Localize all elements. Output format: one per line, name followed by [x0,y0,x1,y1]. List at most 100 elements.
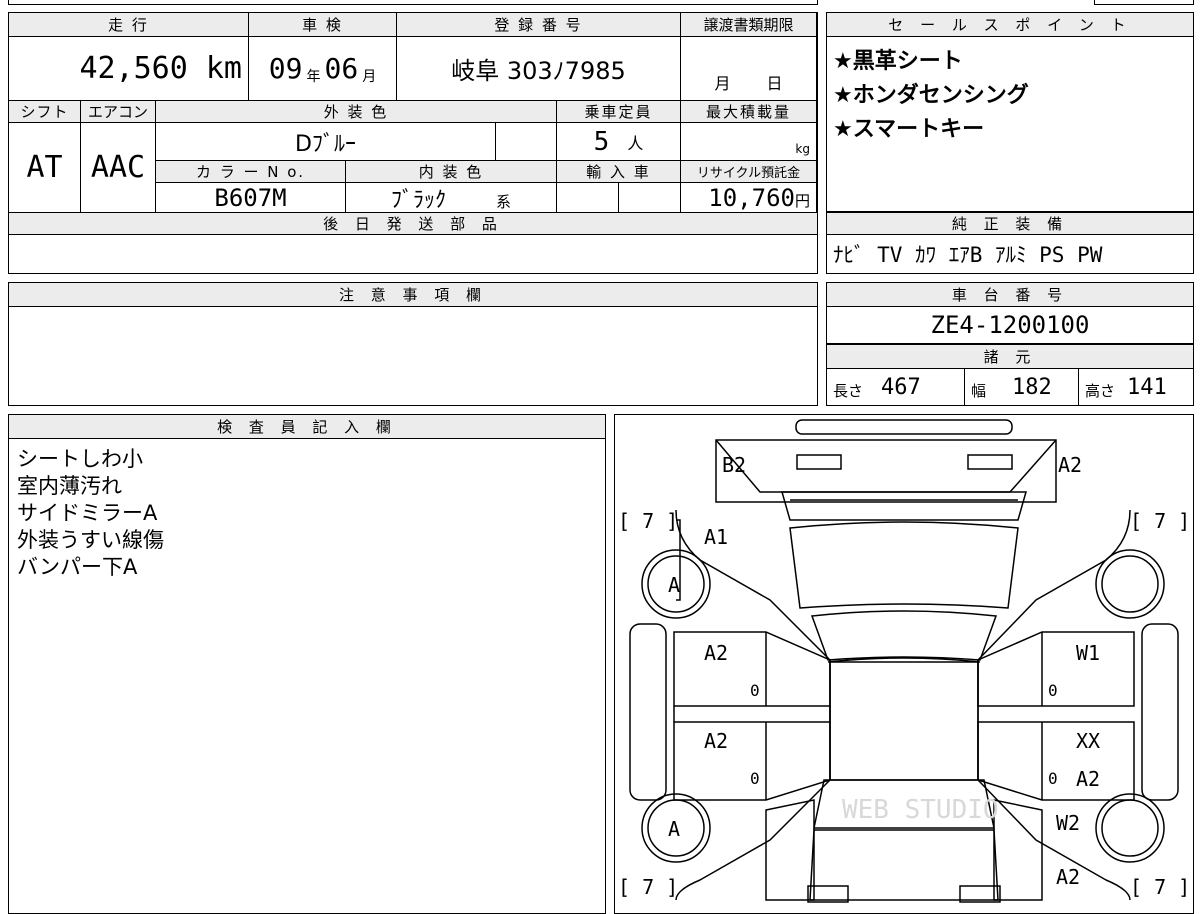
sales-point-3: ★スマートキー [833,117,985,142]
windshield [810,610,998,661]
spec-length: 長さ 467 [827,369,965,405]
shift-header: シフト [9,101,81,123]
trunk [809,829,999,901]
inspector-line-3: サイドミラーA [17,501,158,525]
capacity-number: 5 [593,126,610,157]
inspector-header: 検 査 員 記 入 欄 [9,415,605,439]
capacity-value: 5 人 [557,123,681,161]
max-load-unit: kg [795,142,810,156]
mark-a2-left-door2: A2 [704,729,728,753]
damage-diagram-box: B2 A2 [ 7 ] [ 7 ] [ 7 ] [ 7 ] A1 A A A2 … [614,414,1194,914]
capacity-unit: 人 [627,133,644,153]
interior-color-text: ﾌﾞﾗｯｸ [390,187,446,213]
inspector-line-5: バンパー下A [17,555,138,579]
bracket-bottom-left: [ 7 ] [618,875,678,899]
recycle-deposit-amount: 10,760 [708,183,795,212]
specs-header: 諸 元 [827,345,1193,369]
transfer-month-unit: 月 [714,74,731,93]
mark-b2: B2 [722,453,746,477]
interior-color-header: 内 装 色 [346,161,557,183]
mark-w1: W1 [1076,641,1100,665]
equipment-header: 純 正 装 備 [827,213,1193,235]
recycle-deposit-value: 10,760 円 [681,183,817,213]
transfer-deadline-value: 月 日 [681,37,817,101]
mark-0-right-door2: 0 [1048,769,1058,788]
sill-left [629,623,667,801]
tire-front-right [1095,549,1165,619]
spec-height-label: 高さ [1085,381,1116,400]
transfer-day-unit: 日 [766,74,783,93]
sales-point-2: ★ホンダセンシング [833,83,1029,108]
exterior-color-header: 外 装 色 [156,101,557,123]
inspector-line-4: 外装うすい線傷 [17,528,164,552]
spec-width: 幅 182 [965,369,1079,405]
shaken-month: 06 [324,52,359,85]
registration-header: 登 録 番 号 [397,13,681,37]
registration-value: 岐阜 303ﾉ7985 [397,37,681,101]
later-parts-header: 後 日 発 送 部 品 [9,213,817,235]
max-load-value: kg [681,123,817,161]
import-value-1 [557,183,619,213]
mark-0-right-door1: 0 [1048,681,1058,700]
exterior-color-value: Dﾌﾞﾙｰ [156,123,496,161]
car-diagram: B2 A2 [ 7 ] [ 7 ] [ 7 ] [ 7 ] A1 A A A2 … [618,419,1190,903]
interior-color-value: ﾌﾞﾗｯｸ 系 [346,183,557,213]
inspector-line-1: シートしわ小 [17,447,143,471]
mileage-header: 走 行 [9,13,249,37]
bracket-top-left: [ 7 ] [618,509,678,533]
mark-tire-rl: A [668,817,680,841]
shaken-value: 09 年 06 月 [249,37,397,101]
spec-width-value: 182 [1012,374,1052,400]
max-load-header: 最大積載量 [681,101,817,123]
spec-length-label: 長さ [833,381,864,400]
color-no-value: B607M [156,183,346,213]
bracket-bottom-right: [ 7 ] [1130,875,1190,899]
door-rear-left [673,721,831,801]
shift-value: AT [9,123,81,213]
mark-0-left-door2: 0 [750,769,760,788]
spec-height: 高さ 141 [1079,369,1193,405]
mileage-value: 42,560 km [9,37,249,101]
equipment-box: 純 正 装 備 ﾅﾋﾞ TV ｶﾜ ｴｱB ｱﾙﾐ PS PW [826,212,1194,274]
top-bar [795,419,1013,435]
tire-rear-right [1095,793,1165,863]
capacity-header: 乗車定員 [557,101,681,123]
mark-a2-top: A2 [1058,453,1082,477]
spec-height-value: 141 [1127,374,1167,400]
shaken-year: 09 [268,52,303,85]
interior-color-suffix: 系 [496,193,512,211]
sales-points-box: セ ー ル ス ポ イ ン ト ★黒革シート ★ホンダセンシング ★スマートキー [826,12,1194,212]
sill-right [1141,623,1179,801]
transfer-deadline-header: 譲渡書類期限 [681,13,817,37]
roof [829,661,979,781]
sales-points-header: セ ー ル ス ポ イ ン ト [827,13,1193,37]
headlight-left [796,454,842,470]
import-header: 輸 入 車 [557,161,681,183]
shaken-month-unit: 月 [362,68,377,85]
inspector-line-2: 室内薄汚れ [17,474,122,498]
recycle-deposit-unit: 円 [794,192,810,210]
mark-a2-rear-right: A2 [1056,865,1080,889]
quarter-right [993,799,1043,901]
aircon-value: AAC [81,123,156,213]
mark-0-left-door1: 0 [750,681,760,700]
hood-grille [781,491,1027,521]
door-rear-right [977,721,1135,801]
hood [789,521,1019,609]
equipment-value: ﾅﾋﾞ TV ｶﾜ ｴｱB ｱﾙﾐ PS PW [833,243,1103,267]
bracket-top-right: [ 7 ] [1130,509,1190,533]
chassis-value: ZE4-1200100 [930,311,1090,339]
mark-tire-fl: A [668,573,680,597]
chassis-header: 車 台 番 号 [827,283,1193,307]
mark-xx: XX [1076,729,1100,753]
specs-box: 諸 元 長さ 467 幅 182 高さ 141 [826,344,1194,406]
aircon-header: エアコン [81,101,156,123]
mark-a1: A1 [704,525,728,549]
quarter-left [765,799,815,901]
notes-header: 注 意 事 項 欄 [9,283,817,307]
recycle-deposit-header: リサイクル預託金 [681,161,817,183]
mark-w2: W2 [1056,811,1080,835]
vehicle-info-table: 走 行 車 検 登 録 番 号 譲渡書類期限 42,560 km 09 年 06… [8,12,818,274]
spec-width-label: 幅 [971,381,987,400]
top-strip-right [1094,0,1194,5]
